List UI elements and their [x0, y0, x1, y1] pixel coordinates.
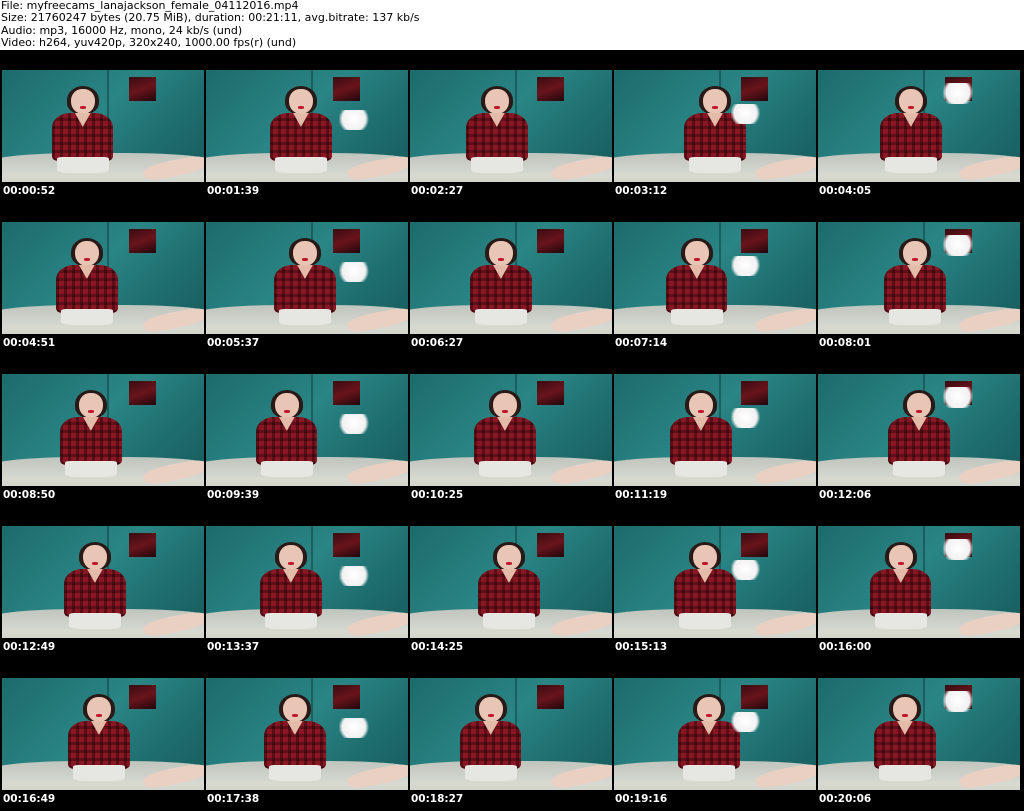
- thumbnail-cell: 00:13:37: [204, 506, 408, 658]
- thumbnail-cell: 00:10:25: [408, 354, 612, 506]
- timestamp-label: 00:00:52: [3, 185, 56, 197]
- thumbnail-cell: 00:12:06: [816, 354, 1020, 506]
- thumbnail-image: [206, 526, 408, 638]
- timestamp-label: 00:14:25: [411, 641, 464, 653]
- thumbnail-image: [410, 222, 612, 334]
- timestamp-label: 00:18:27: [411, 793, 464, 805]
- timestamp-label: 00:11:19: [615, 489, 668, 501]
- thumbnail-image: [410, 374, 612, 486]
- timestamp-label: 00:01:39: [207, 185, 260, 197]
- timestamp-label: 00:08:50: [3, 489, 56, 501]
- thumbnail-cell: 00:16:00: [816, 506, 1020, 658]
- thumbnail-cell: 00:02:27: [408, 50, 612, 202]
- thumbnail-cell: 00:09:39: [204, 354, 408, 506]
- thumbnail-image: [2, 678, 204, 790]
- timestamp-label: 00:10:25: [411, 489, 464, 501]
- thumbnail-image: [614, 526, 816, 638]
- timestamp-label: 00:08:01: [819, 337, 872, 349]
- thumbnail-image: [2, 222, 204, 334]
- timestamp-label: 00:12:06: [819, 489, 872, 501]
- thumbnail-image: [614, 222, 816, 334]
- thumbnail-image: [818, 678, 1020, 790]
- timestamp-label: 00:16:00: [819, 641, 872, 653]
- thumbnail-cell: 00:03:12: [612, 50, 816, 202]
- thumbnail-cell: 00:04:05: [816, 50, 1020, 202]
- timestamp-label: 00:09:39: [207, 489, 260, 501]
- timestamp-label: 00:17:38: [207, 793, 260, 805]
- thumbnail-image: [206, 678, 408, 790]
- thumbnail-image: [206, 222, 408, 334]
- file-size-line: Size: 21760247 bytes (20.75 MiB), durati…: [1, 11, 420, 25]
- thumbnail-cell: 00:05:37: [204, 202, 408, 354]
- timestamp-label: 00:13:37: [207, 641, 260, 653]
- thumbnail-cell: 00:19:16: [612, 658, 816, 810]
- thumbnail-cell: 00:06:27: [408, 202, 612, 354]
- thumbnail-cell: 00:07:14: [612, 202, 816, 354]
- thumbnail-grid: 00:00:52 00:01:39 00:02:27 00:03:12 00:04:05…: [0, 50, 1024, 811]
- thumbnail-cell: 00:11:19: [612, 354, 816, 506]
- thumbnail-cell: 00:12:49: [0, 506, 204, 658]
- thumbnail-image: [206, 70, 408, 182]
- thumbnail-image: [206, 374, 408, 486]
- timestamp-label: 00:02:27: [411, 185, 464, 197]
- thumbnail-image: [2, 374, 204, 486]
- thumbnail-cell: 00:15:13: [612, 506, 816, 658]
- thumbnail-cell: 00:17:38: [204, 658, 408, 810]
- timestamp-label: 00:15:13: [615, 641, 668, 653]
- file-info-header: File: myfreecams_lanajackson_female_0411…: [0, 0, 1024, 50]
- thumbnail-image: [614, 678, 816, 790]
- thumbnail-image: [410, 678, 612, 790]
- thumbnail-image: [2, 526, 204, 638]
- thumbnail-image: [818, 70, 1020, 182]
- timestamp-label: 00:20:06: [819, 793, 872, 805]
- timestamp-label: 00:07:14: [615, 337, 668, 349]
- thumbnail-image: [410, 526, 612, 638]
- timestamp-label: 00:06:27: [411, 337, 464, 349]
- thumbnail-image: [818, 222, 1020, 334]
- timestamp-label: 00:12:49: [3, 641, 56, 653]
- video-info-line: Video: h264, yuv420p, 320x240, 1000.00 f…: [1, 35, 297, 49]
- thumbnail-image: [818, 526, 1020, 638]
- thumbnail-cell: 00:18:27: [408, 658, 612, 810]
- timestamp-label: 00:04:51: [3, 337, 56, 349]
- timestamp-label: 00:05:37: [207, 337, 260, 349]
- timestamp-label: 00:04:05: [819, 185, 872, 197]
- thumbnail-cell: 00:14:25: [408, 506, 612, 658]
- thumbnail-image: [614, 374, 816, 486]
- thumbnail-cell: 00:00:52: [0, 50, 204, 202]
- thumbnail-image: [818, 374, 1020, 486]
- thumbnail-cell: 00:01:39: [204, 50, 408, 202]
- timestamp-label: 00:03:12: [615, 185, 668, 197]
- timestamp-label: 00:16:49: [3, 793, 56, 805]
- thumbnail-cell: 00:08:50: [0, 354, 204, 506]
- thumbnail-cell: 00:20:06: [816, 658, 1020, 810]
- thumbnail-cell: 00:08:01: [816, 202, 1020, 354]
- thumbnail-cell: 00:04:51: [0, 202, 204, 354]
- thumbnail-image: [410, 70, 612, 182]
- thumbnail-cell: 00:16:49: [0, 658, 204, 810]
- thumbnail-image: [2, 70, 204, 182]
- thumbnail-image: [614, 70, 816, 182]
- timestamp-label: 00:19:16: [615, 793, 668, 805]
